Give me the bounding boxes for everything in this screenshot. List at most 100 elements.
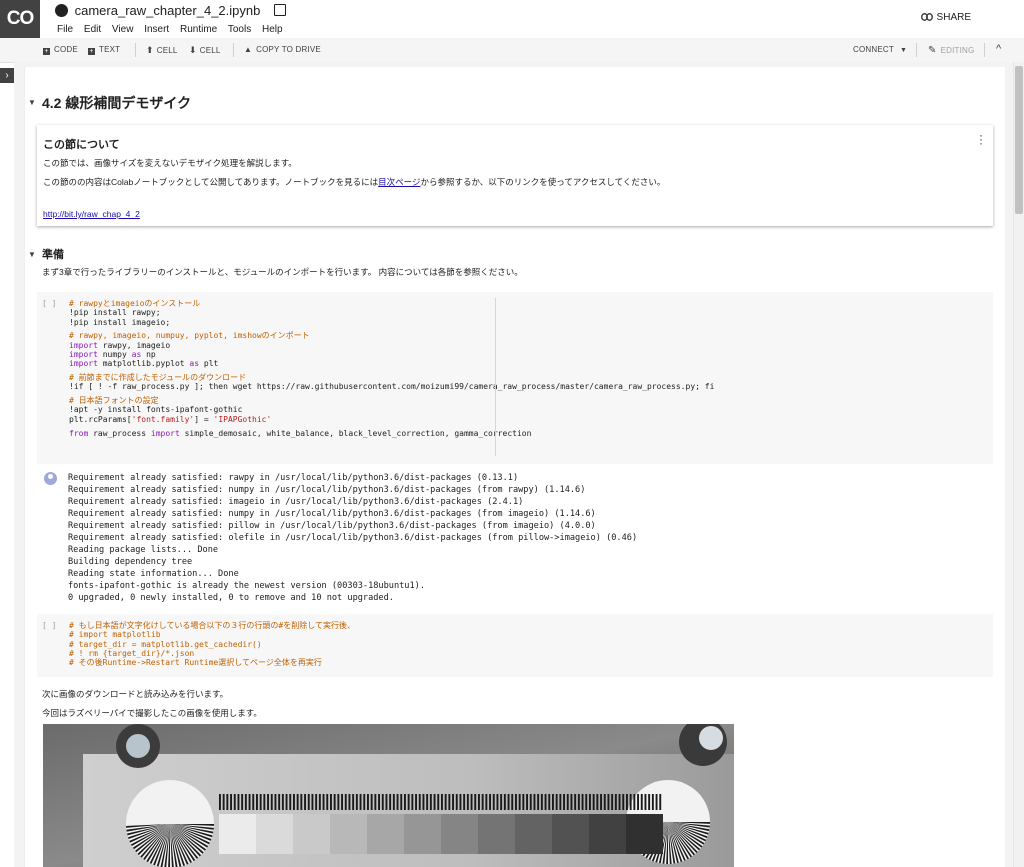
code-text: plt — [199, 359, 219, 369]
plus-icon: + — [88, 48, 95, 55]
code-keyword: as — [189, 359, 200, 369]
code-comment: # 日本語フォントの設定 — [69, 396, 159, 406]
chapter-url-link[interactable]: http://bit.ly/raw_chap_4_2 — [43, 209, 140, 219]
colab-logo[interactable]: CO — [0, 0, 40, 38]
connect-label: CONNECT — [853, 45, 894, 54]
toolbar-divider — [984, 43, 985, 57]
code-comment: # rawpyとimageioのインストール — [69, 299, 201, 308]
link-icon — [920, 13, 933, 21]
top-bar: CO camera_raw_chapter_4_2.ipynb File Edi… — [0, 0, 1024, 38]
share-label: SHARE — [936, 12, 971, 23]
about-paragraph-2: この節のの内容はColabノートブックとして公開してあります。ノートブックを見る… — [43, 176, 733, 188]
toolbar: + CODE + TEXT ⬆ CELL ⬇ CELL ▲ COPY TO DRIVE C… — [0, 38, 1024, 63]
title-row: camera_raw_chapter_4_2.ipynb — [55, 3, 286, 19]
cell-up-label: CELL — [156, 46, 178, 55]
code-keyword: import — [69, 349, 98, 359]
code-keyword: from — [69, 428, 89, 438]
code-comment: # 前節までに作成したモジュールのダウンロード — [69, 373, 247, 383]
code-line: plt.rcParams['font.family'] = 'IPAPGothi… — [69, 415, 714, 424]
arrow-up-icon: ⬆ — [146, 45, 154, 55]
menu-file[interactable]: File — [57, 24, 73, 35]
add-text-button[interactable]: + TEXT — [88, 45, 120, 55]
code-line: import numpy as np — [69, 350, 714, 359]
code-line: !pip install imageio; — [69, 317, 171, 327]
prep-collapse-icon[interactable]: ▼ — [28, 250, 36, 259]
move-cell-up-button[interactable]: ⬆ CELL — [146, 45, 178, 56]
about-p2-text-before: この節のの内容はColabノートブックとして公開してあります。ノートブックを見る… — [43, 177, 379, 187]
prep-heading: 準備 — [42, 249, 64, 261]
collapse-header-icon[interactable]: ^ — [996, 43, 1001, 55]
save-icon[interactable] — [273, 4, 286, 16]
code-string: 'font.family' — [131, 414, 195, 424]
download-description: 次に画像のダウンロードと読み込みを行います。 — [42, 689, 229, 699]
code-text: raw_process — [88, 428, 151, 438]
code-cell-1[interactable]: [ ] # rawpyとimageioのインストール !pip install r… — [37, 292, 993, 464]
scrollbar-thumb[interactable] — [1015, 66, 1023, 214]
output-user-icon — [44, 472, 57, 485]
code-text: simple_demosaic, white_balance, black_le… — [179, 428, 532, 438]
share-button[interactable]: SHARE — [920, 12, 971, 23]
code-keyword: import — [69, 359, 98, 369]
sidebar-toggle-icon[interactable]: › — [0, 68, 14, 83]
menu-edit[interactable]: Edit — [84, 24, 101, 35]
code-line: import matplotlib.pyplot as plt — [69, 359, 714, 368]
code-string: 'IPAPGothic' — [213, 414, 272, 424]
github-icon — [55, 4, 68, 17]
about-paragraph-1: この節では、画像サイズを変えないデモザイク処理を解説します。 — [43, 158, 297, 168]
notebook-title[interactable]: camera_raw_chapter_4_2.ipynb — [75, 3, 261, 18]
menu-runtime[interactable]: Runtime — [180, 24, 217, 35]
code-text: rawpy, imageio — [97, 340, 171, 350]
connect-button[interactable]: CONNECT ▼ — [853, 45, 907, 54]
code-editor-2[interactable]: # もし日本語が文字化けしている場合以下の３行の行頭の#を削除して実行後、 # i… — [69, 621, 355, 667]
code-comment: # rawpy, imageio, numpuy, pyplot, imshow… — [69, 331, 310, 341]
code-comment: # target_dir = matplotlib.get_cachedir() — [69, 639, 262, 649]
output-line: fonts-ipafont-gothic is already the newe… — [68, 581, 425, 591]
menu-bar: File Edit View Insert Runtime Tools Help — [57, 24, 291, 35]
menu-help[interactable]: Help — [262, 24, 283, 35]
toc-link[interactable]: 目次ページ — [378, 177, 420, 187]
test-chart-image — [43, 724, 734, 867]
drive-icon: ▲ — [244, 45, 253, 54]
code-text: ] = — [194, 414, 214, 424]
output-line: Requirement already satisfied: olefile i… — [68, 533, 638, 543]
code-line: !if [ ! -f raw_process.py ]; then wget h… — [69, 382, 715, 392]
move-cell-down-button[interactable]: ⬇ CELL — [189, 45, 221, 56]
output-line: Requirement already satisfied: rawpy in … — [68, 473, 519, 483]
run-cell-button[interactable]: [ ] — [42, 299, 56, 308]
code-cell-2[interactable]: [ ] # もし日本語が文字化けしている場合以下の３行の行頭の#を削除して実行後… — [37, 614, 993, 677]
section-heading: 4.2 線形補間デモザイク — [42, 95, 192, 111]
toolbar-divider — [233, 43, 234, 57]
output-line: Building dependency tree — [68, 557, 193, 567]
plus-icon: + — [43, 48, 50, 55]
code-line: import rawpy, imageio — [69, 341, 714, 350]
toolbar-divider — [135, 43, 136, 57]
add-code-button[interactable]: + CODE — [43, 45, 78, 55]
test-chart-photo — [43, 724, 734, 867]
code-comment: # ! rm {target_dir}/*.json — [69, 648, 195, 658]
code-keyword: as — [131, 349, 142, 359]
add-text-label: TEXT — [99, 45, 121, 54]
copy-to-drive-button[interactable]: ▲ COPY TO DRIVE — [244, 45, 321, 54]
section-collapse-icon[interactable]: ▼ — [28, 98, 36, 107]
menu-insert[interactable]: Insert — [144, 24, 169, 35]
dropdown-caret-icon: ▼ — [899, 47, 908, 54]
menu-tools[interactable]: Tools — [228, 24, 251, 35]
code-line: !pip install rawpy; — [69, 308, 161, 318]
menu-view[interactable]: View — [112, 24, 134, 35]
code-keyword: import — [150, 428, 180, 438]
code-line: !apt -y install fonts-ipafont-gothic — [69, 405, 243, 415]
toolbar-divider — [916, 43, 917, 57]
cell-down-label: CELL — [199, 46, 221, 55]
run-cell-button[interactable]: [ ] — [42, 621, 56, 630]
output-line: Requirement already satisfied: imageio i… — [68, 497, 524, 507]
code-editor-1[interactable]: # rawpyとimageioのインストール !pip install rawpy… — [69, 299, 714, 438]
code-text: np — [141, 349, 156, 359]
code-line: from raw_process import simple_demosaic,… — [69, 429, 714, 438]
output-line: Reading state information... Done — [68, 569, 239, 579]
add-code-label: CODE — [54, 45, 78, 54]
editing-button[interactable]: ✎ EDITING — [928, 45, 974, 56]
about-text-cell[interactable]: この節について この節では、画像サイズを変えないデモザイク処理を解説します。 こ… — [37, 125, 993, 226]
ruler-guide — [495, 298, 496, 456]
more-options-icon[interactable]: · · · — [979, 129, 983, 149]
about-heading: この節について — [43, 139, 120, 151]
